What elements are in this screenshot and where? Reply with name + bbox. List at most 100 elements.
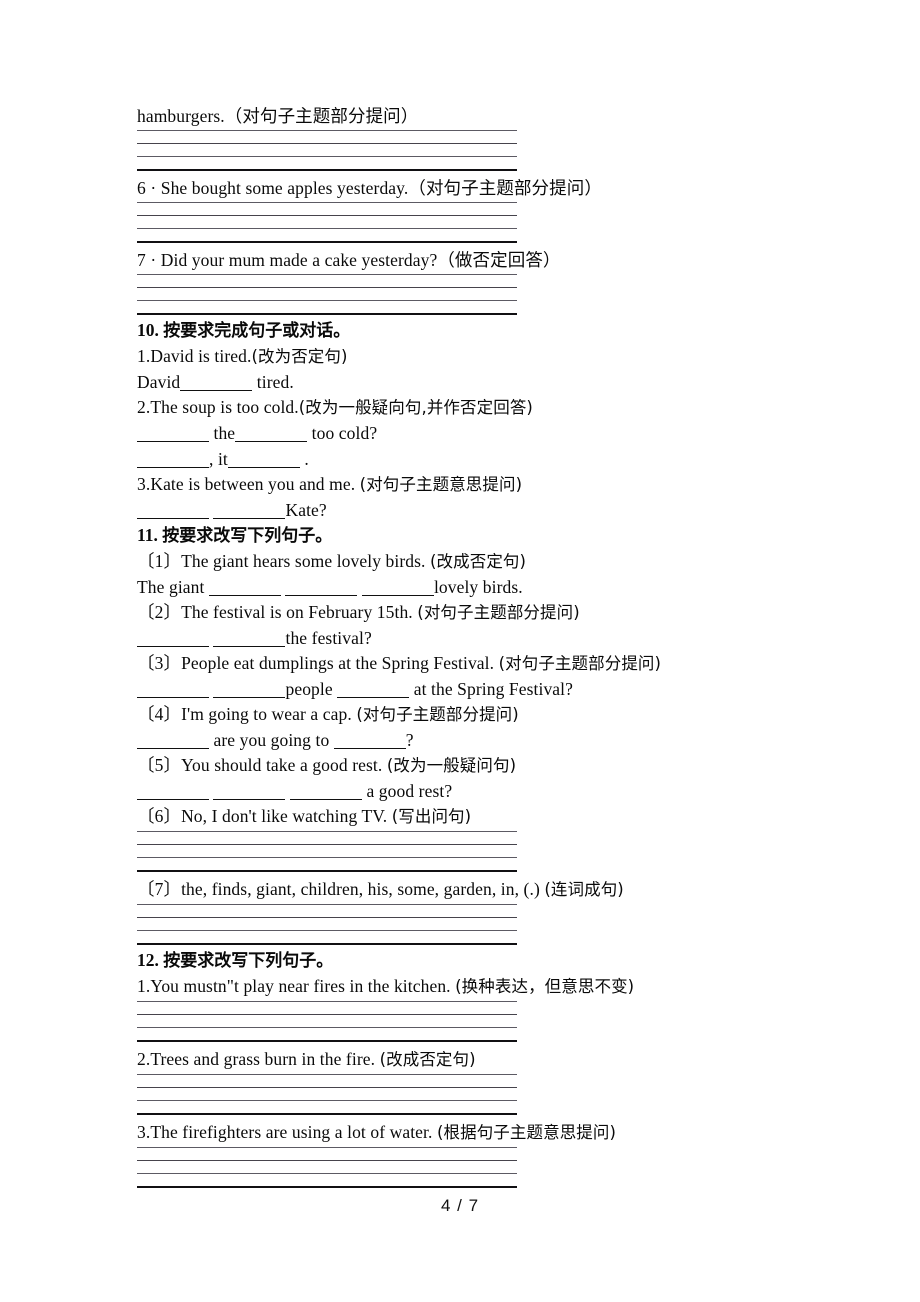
answer-rule xyxy=(137,1040,517,1042)
item-instruction: (写出问句) xyxy=(391,807,472,826)
answer-suffix: a good rest? xyxy=(366,781,453,801)
answer-blank[interactable] xyxy=(137,452,209,468)
answer-blank[interactable] xyxy=(289,784,362,800)
answer-mid: are you going to xyxy=(213,730,330,750)
section-11-heading: 11. 按要求改写下列句子。 xyxy=(137,523,837,549)
item-number: 6 · xyxy=(137,178,157,198)
answer-rule xyxy=(137,1173,517,1174)
answer-suffix: the festival? xyxy=(285,628,372,648)
answer-blank[interactable] xyxy=(137,426,209,442)
answer-rules-s12-item-3 xyxy=(137,1147,517,1188)
question-item-7: 7 · Did your mum made a cake yesterday?（… xyxy=(137,248,837,272)
answer-rule xyxy=(137,1074,517,1075)
answer-rule xyxy=(137,130,517,131)
item-number: 2. xyxy=(137,397,151,417)
answer-blank[interactable] xyxy=(213,631,286,647)
answer-blank[interactable] xyxy=(208,580,281,596)
answer-blank[interactable] xyxy=(137,631,209,647)
answer-rule xyxy=(137,844,517,845)
answer-rule xyxy=(137,1160,517,1161)
item-instruction: (对句子主题部分提问) xyxy=(417,603,580,622)
item-number: 2. xyxy=(137,1049,151,1069)
s12-item-1-prompt: 1.You mustn"t play near fires in the kit… xyxy=(137,974,837,999)
answer-blank[interactable] xyxy=(337,682,410,698)
page-footer: 4 / 7 xyxy=(0,1196,920,1216)
answer-blank[interactable] xyxy=(137,503,209,519)
item-prompt: Trees and grass burn in the fire. xyxy=(150,1049,376,1069)
page-number: 4 / 7 xyxy=(440,1196,480,1215)
item-number: 3. xyxy=(137,474,151,494)
answer-rule xyxy=(137,1014,517,1015)
item-prompt: the, finds, giant, children, his, some, … xyxy=(181,879,540,899)
answer-prefix: David xyxy=(137,372,181,392)
answer-end: . xyxy=(304,449,309,469)
s11-item-2-answer: the festival? xyxy=(137,625,837,651)
item-prompt: You should take a good rest. xyxy=(181,755,383,775)
answer-blank[interactable] xyxy=(137,682,209,698)
item-text: She bought some apples yesterday.（对句子主题部… xyxy=(160,178,602,198)
answer-blank[interactable] xyxy=(213,682,286,698)
item-number: 〔2〕 xyxy=(137,602,182,622)
item-number: 〔3〕 xyxy=(137,653,182,673)
answer-rule xyxy=(137,857,517,858)
page-content: hamburgers.（对句子主题部分提问） 6 · She bought so… xyxy=(137,104,837,1189)
question-item-6: 6 · She bought some apples yesterday.（对句… xyxy=(137,176,837,200)
item-instruction: (改为一般疑向句,并作否定回答) xyxy=(298,398,533,417)
answer-blank[interactable] xyxy=(213,503,286,519)
section-title: 按要求改写下列句子。 xyxy=(162,526,333,546)
answer-blank[interactable] xyxy=(285,580,358,596)
item-text: Did your mum made a cake yesterday?（做否定回… xyxy=(160,250,561,270)
answer-rules-s12-item-1 xyxy=(137,1001,517,1042)
item-prompt: The festival is on February 15th. xyxy=(181,602,413,622)
item-prompt: Kate is between you and me. xyxy=(150,474,356,494)
section-10-heading: 10. 按要求完成句子或对话。 xyxy=(137,318,837,344)
answer-rule xyxy=(137,930,517,931)
answer-blank[interactable] xyxy=(227,452,300,468)
answer-blank[interactable] xyxy=(137,733,209,749)
item-number: 〔7〕 xyxy=(137,879,182,899)
item-number: 〔6〕 xyxy=(137,806,182,826)
answer-blank[interactable] xyxy=(137,784,209,800)
item-number: 1. xyxy=(137,346,151,366)
answer-rule xyxy=(137,300,517,301)
item-number: 〔4〕 xyxy=(137,704,182,724)
item-instruction: (对句子主题部分提问) xyxy=(498,654,662,673)
item-number: 1. xyxy=(137,976,151,996)
item-instruction: (改成否定句) xyxy=(430,552,527,571)
item-number: 〔5〕 xyxy=(137,755,182,775)
section-title: 按要求改写下列句子。 xyxy=(163,951,334,971)
answer-blank[interactable] xyxy=(213,784,286,800)
s10-item-1-answer: David tired. xyxy=(137,369,837,395)
s10-item-2-answer-b: , it . xyxy=(137,446,837,472)
answer-rule xyxy=(137,143,517,144)
item-prompt: I'm going to wear a cap. xyxy=(181,704,352,724)
item-instruction: (换种表达，但意思不变) xyxy=(455,977,635,996)
s11-item-5-prompt: 〔5〕You should take a good rest. (改为一般疑问句… xyxy=(137,753,837,778)
s10-item-2-answer-a: the too cold? xyxy=(137,420,837,446)
answer-end: Kate? xyxy=(285,500,327,520)
answer-rule xyxy=(137,156,517,157)
section-number: 11. xyxy=(137,525,158,545)
s10-item-3-prompt: 3.Kate is between you and me. (对句子主题意思提问… xyxy=(137,472,837,497)
s11-item-7-prompt: 〔7〕the, finds, giant, children, his, som… xyxy=(137,877,837,902)
item-prompt: The soup is too cold. xyxy=(150,397,299,417)
answer-rule xyxy=(137,904,517,905)
answer-rule xyxy=(137,202,517,203)
s12-item-3-prompt: 3.The firefighters are using a lot of wa… xyxy=(137,1120,837,1145)
answer-blank[interactable] xyxy=(333,733,406,749)
item-prompt: People eat dumplings at the Spring Festi… xyxy=(181,653,495,673)
answer-mid: , it xyxy=(209,449,228,469)
item-instruction: (对句子主题意思提问) xyxy=(359,475,523,494)
answer-blank[interactable] xyxy=(180,375,253,391)
answer-rule xyxy=(137,215,517,216)
answer-rule xyxy=(137,287,517,288)
item-prompt: No, I don't like watching TV. xyxy=(181,806,388,826)
answer-blank[interactable] xyxy=(361,580,434,596)
item-number: 〔1〕 xyxy=(137,551,182,571)
worksheet-page: hamburgers.（对句子主题部分提问） 6 · She bought so… xyxy=(0,0,920,1302)
item-instruction: (对句子主题部分提问) xyxy=(356,705,519,724)
s10-item-3-answer: Kate? xyxy=(137,497,837,523)
answer-blank[interactable] xyxy=(235,426,308,442)
answer-rule xyxy=(137,917,517,918)
s12-item-2-prompt: 2.Trees and grass burn in the fire. (改成否… xyxy=(137,1047,837,1072)
